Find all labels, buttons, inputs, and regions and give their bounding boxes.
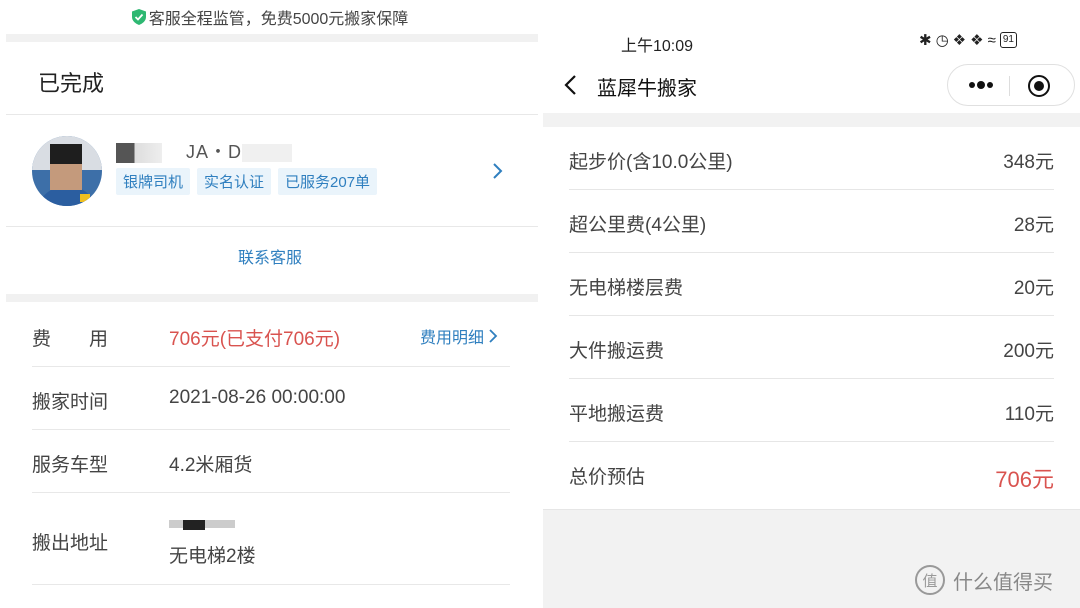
fee-row: 无电梯楼层费 20元	[569, 253, 1054, 316]
divider	[32, 366, 510, 367]
divider	[32, 584, 510, 585]
guarantee-text: 客服全程监管，免费5000元搬家保障	[148, 11, 409, 28]
vehicle-value: 4.2米厢货	[169, 455, 253, 476]
redacted-block	[242, 144, 293, 163]
wifi-icon: ≈	[987, 31, 996, 49]
redacted-address	[169, 520, 249, 532]
total-amount: 706元	[995, 467, 1054, 492]
fee-row: 起步价(含10.0公里) 348元	[569, 127, 1054, 190]
divider	[6, 114, 538, 115]
driver-card[interactable]: JA・D 银牌司机 实名认证 已服务207单	[0, 118, 540, 226]
fee-list: 起步价(含10.0公里) 348元 超公里费(4公里) 28元 无电梯楼层费 2…	[543, 127, 1080, 506]
signal-icon: ❖	[970, 32, 984, 49]
total-label: 总价预估	[569, 467, 646, 488]
fee-name: 无电梯楼层费	[569, 278, 684, 299]
shield-check-icon	[131, 9, 146, 25]
guarantee-banner: 客服全程监管，免费5000元搬家保障	[0, 0, 540, 34]
origin-address-value: 无电梯2楼	[169, 546, 256, 567]
fee-amount: 110元	[1004, 404, 1054, 425]
watermark-logo-icon: 值	[915, 565, 945, 595]
driver-tag: 已服务207单	[278, 168, 378, 195]
back-icon[interactable]	[563, 74, 579, 96]
section-divider	[6, 34, 538, 42]
status-time: 上午10:09	[621, 38, 694, 55]
contact-service-link[interactable]: 联系客服	[0, 244, 540, 268]
fee-detail-link[interactable]: 费用明细	[420, 324, 498, 348]
alarm-icon: ◷	[935, 32, 949, 49]
order-detail-panel: 客服全程监管，免费5000元搬家保障 已完成 JA・D 银牌司机 实名认证 已服…	[0, 0, 540, 608]
fee-amount: 28元	[1013, 215, 1054, 236]
fee-name: 起步价(含10.0公里)	[569, 152, 733, 173]
fee-detail-label: 费用明细	[420, 330, 485, 347]
battery-icon: 91	[999, 32, 1017, 48]
fee-row: 大件搬运费 200元	[569, 316, 1054, 379]
divider	[32, 492, 510, 493]
origin-address-label: 搬出地址	[32, 533, 109, 554]
chevron-right-icon	[489, 329, 498, 343]
fee-amount: 348元	[1003, 152, 1054, 173]
status-icons: ✱ ◷ ❖ ❖ ≈ 91	[919, 31, 1017, 49]
move-time-label: 搬家时间	[32, 392, 109, 413]
divider	[6, 226, 538, 227]
fee-name: 平地搬运费	[569, 404, 665, 425]
divider	[32, 429, 510, 430]
watermark-text: 什么值得买	[953, 571, 1053, 594]
redacted-block	[116, 143, 162, 164]
fee-row: 超公里费(4公里) 28元	[569, 190, 1054, 253]
fee-row: 平地搬运费 110元	[569, 379, 1054, 442]
signal-icon: ❖	[952, 32, 967, 49]
move-time-value: 2021-08-26 00:00:00	[169, 387, 346, 408]
more-icon[interactable]	[968, 78, 994, 92]
driver-tag: 银牌司机	[116, 168, 191, 195]
miniprogram-capsule	[947, 64, 1075, 106]
fee-amount: 200元	[1003, 341, 1054, 362]
fee-amount: 20元	[1013, 278, 1054, 299]
bluetooth-icon: ✱	[919, 32, 932, 49]
section-divider	[6, 294, 538, 302]
total-row: 总价预估 706元	[569, 442, 1054, 506]
close-target-icon[interactable]	[1028, 75, 1050, 97]
watermark: 值 什么值得买	[915, 565, 1053, 595]
fee-value: 706元(已支付706元)	[169, 329, 341, 350]
driver-name: JA・D	[116, 138, 293, 164]
order-status: 已完成	[38, 71, 105, 96]
section-divider	[543, 113, 1080, 127]
page-title: 蓝犀牛搬家	[597, 78, 697, 100]
fee-detail-panel: 上午10:09 ✱ ◷ ❖ ❖ ≈ 91 蓝犀牛搬家 起步价(含10.0公里) …	[543, 0, 1080, 608]
driver-tag: 实名认证	[197, 168, 272, 195]
fee-name: 超公里费(4公里)	[569, 215, 707, 236]
fee-name: 大件搬运费	[569, 341, 665, 362]
fee-label: 费 用	[32, 329, 109, 350]
vehicle-label: 服务车型	[32, 455, 109, 476]
driver-tags: 银牌司机 实名认证 已服务207单	[116, 168, 378, 195]
driver-avatar	[32, 136, 102, 206]
chevron-right-icon[interactable]	[488, 162, 506, 180]
